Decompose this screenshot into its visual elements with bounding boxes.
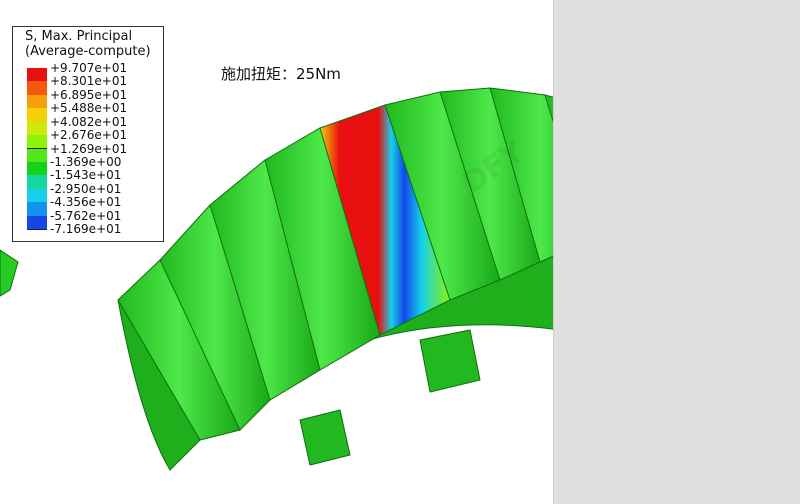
gear-teeth [117,87,553,441]
legend-swatch [27,215,47,230]
legend-tick-label: -1.543e+01 [50,168,122,183]
legend-tick-label: -5.762e+01 [50,208,122,223]
model-viewport[interactable]: DFY S, Max. Principal (Average-compute) … [0,0,553,504]
legend-swatch [27,94,47,110]
legend-swatch [27,121,47,137]
legend-swatch [27,161,47,177]
neighbor-gear-partial [0,249,19,297]
legend-tick-label: +8.301e+01 [50,74,128,89]
legend-subtitle: (Average-compute) [25,44,151,59]
legend-swatch [27,175,47,190]
legend-tick-label: -7.169e+01 [50,222,122,236]
legend-swatch [27,81,47,96]
legend-tick-label: -2.950e+01 [50,181,122,196]
legend-swatch [27,202,47,217]
legend-swatch [27,108,47,123]
legend-swatch [27,188,47,204]
gear-spoke [299,409,351,466]
legend-color-bar [27,68,47,230]
legend-tick-label: +4.082e+01 [50,114,128,129]
legend-tick-label: +6.895e+01 [50,87,128,102]
gear-spoke [419,329,481,393]
legend-tick-label: -1.369e+00 [50,154,122,169]
legend-title: S, Max. Principal [25,29,133,44]
legend-swatch [27,135,47,150]
load-annotation: 施加扭矩：25Nm [221,65,341,83]
side-panel [553,0,800,504]
contour-legend: S, Max. Principal (Average-compute) +9.7… [12,26,164,242]
legend-tick-label: -4.356e+01 [50,195,122,210]
legend-tick-label: +5.488e+01 [50,101,128,116]
legend-tick-label: +1.269e+01 [50,141,128,156]
legend-swatch [27,68,47,83]
legend-tick-label: +9.707e+01 [50,61,128,75]
legend-swatch [27,148,47,163]
legend-tick-label: +2.676e+01 [50,128,128,143]
